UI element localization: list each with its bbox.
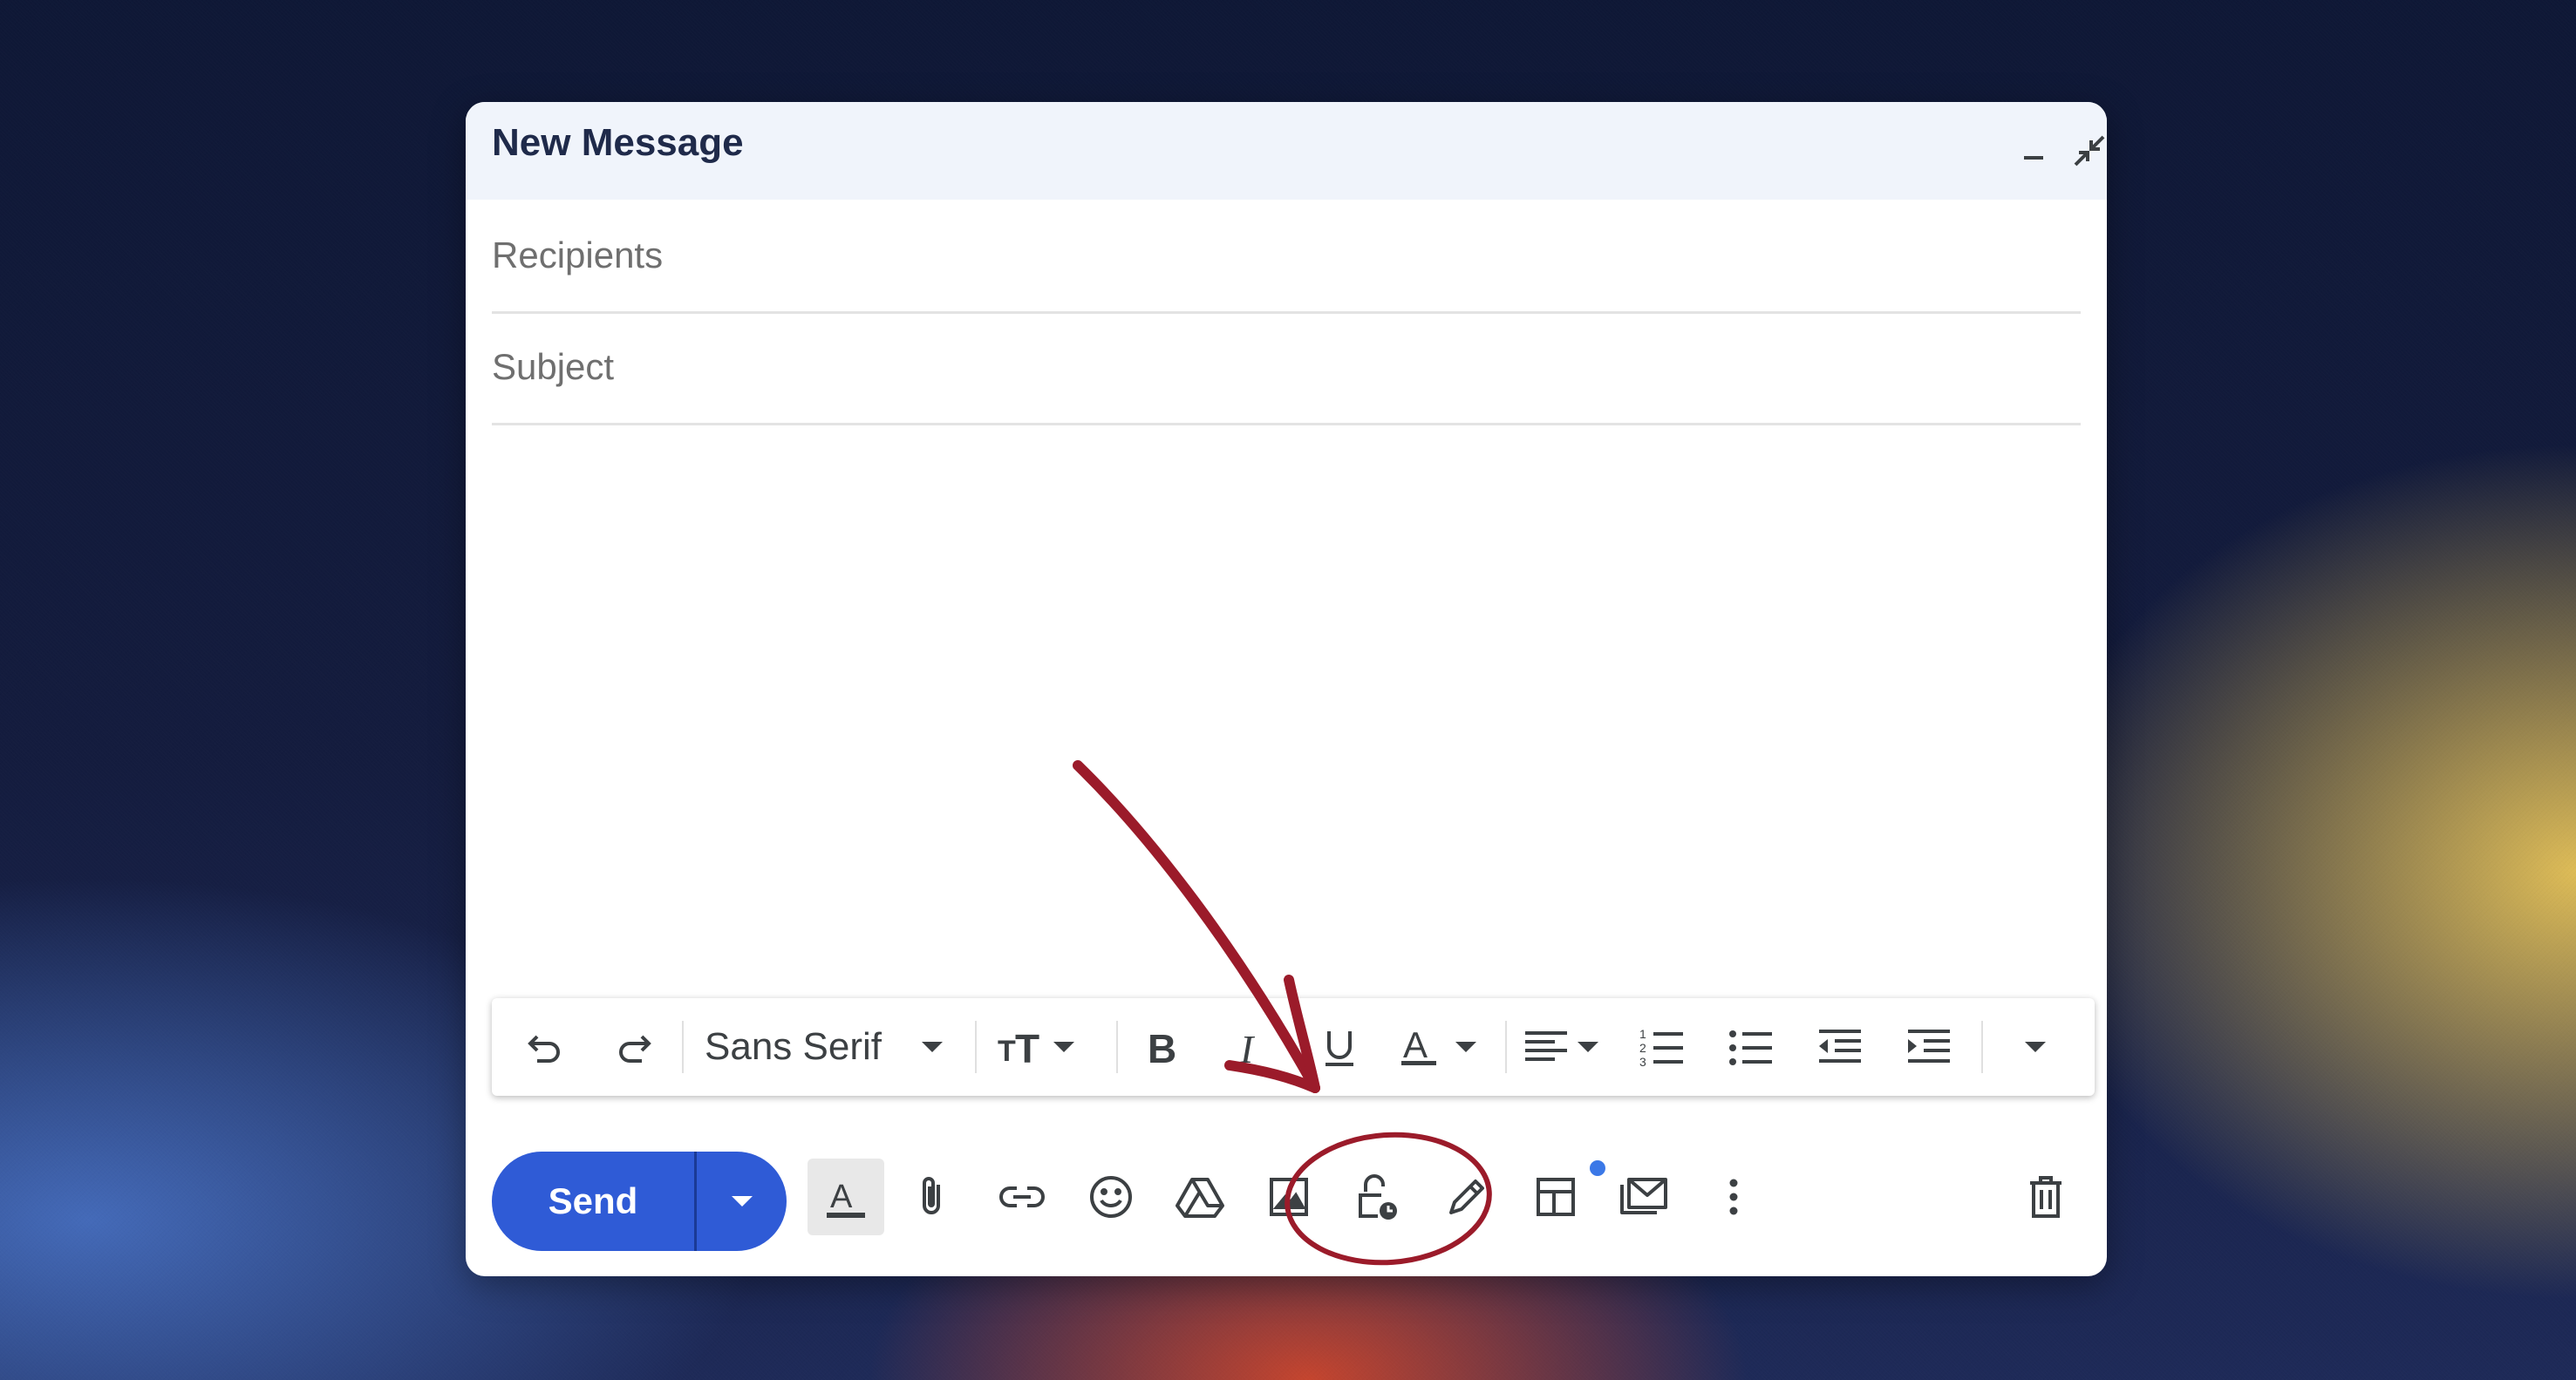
recipients-field[interactable] (492, 200, 2081, 314)
text-color-button[interactable]: A (1394, 998, 1489, 1096)
indent-less-button[interactable] (1805, 998, 1875, 1096)
exit-fullscreen-icon (2072, 133, 2107, 168)
undo-button[interactable] (509, 998, 579, 1096)
emoji-button[interactable] (1073, 1159, 1149, 1235)
redo-button[interactable] (600, 998, 670, 1096)
font-family-select[interactable]: Sans Serif (694, 998, 964, 1096)
send-button-group: Send (492, 1152, 787, 1251)
svg-text:3: 3 (1639, 1055, 1646, 1069)
text-color-icon: A (1400, 1024, 1483, 1070)
delete-icon (2021, 1173, 2070, 1221)
minimize-button[interactable] (2009, 126, 2058, 175)
text-size-icon: T T (998, 1026, 1078, 1068)
confidential-mode-button[interactable] (1338, 1159, 1414, 1235)
photo-icon (1264, 1173, 1313, 1221)
minimize-icon (2020, 137, 2048, 165)
numbered-list-icon: 1 2 3 (1638, 1024, 1687, 1070)
message-body[interactable] (492, 425, 2081, 1087)
indent-less-icon (1816, 1024, 1864, 1070)
insert-photo-button[interactable] (1251, 1159, 1327, 1235)
send-options-button[interactable] (697, 1152, 787, 1251)
more-formatting-button[interactable] (1992, 998, 2079, 1096)
bottom-toolbar: Send A (466, 1145, 2107, 1258)
toolbar-separator (1505, 1021, 1507, 1073)
indent-more-button[interactable] (1894, 998, 1964, 1096)
italic-icon: I (1230, 1026, 1271, 1068)
send-button[interactable]: Send (492, 1152, 694, 1251)
bold-icon: B (1141, 1026, 1182, 1068)
template-icon (1619, 1173, 1671, 1221)
emoji-icon (1087, 1173, 1135, 1221)
more-formatting-icon (2021, 1038, 2049, 1056)
recipients-input[interactable] (492, 200, 2081, 311)
toolbar-separator (1116, 1021, 1118, 1073)
toolbar-separator (975, 1021, 977, 1073)
svg-text:T: T (1015, 1026, 1039, 1068)
bold-button[interactable]: B (1127, 998, 1196, 1096)
more-options-button[interactable] (1695, 1159, 1772, 1235)
bulleted-list-button[interactable] (1716, 998, 1786, 1096)
fullscreen-button[interactable] (2065, 126, 2107, 175)
compose-header: New Message (466, 102, 2107, 200)
indent-more-icon (1905, 1024, 1953, 1070)
svg-text:B: B (1148, 1026, 1176, 1068)
subject-input[interactable] (492, 311, 2081, 423)
underline-button[interactable] (1305, 998, 1374, 1096)
undo-icon (523, 1026, 565, 1068)
attach-icon (909, 1173, 957, 1221)
link-icon (996, 1173, 1048, 1221)
align-icon (1522, 1024, 1605, 1070)
svg-text:A: A (830, 1179, 853, 1215)
toolbar-separator (682, 1021, 684, 1073)
svg-text:I: I (1239, 1027, 1256, 1068)
numbered-list-button[interactable]: 1 2 3 (1627, 998, 1697, 1096)
formatting-options-icon: A (821, 1173, 870, 1221)
layouts-icon (1531, 1173, 1580, 1221)
svg-text:T: T (998, 1035, 1016, 1068)
confidential-mode-icon (1350, 1171, 1402, 1223)
align-button[interactable] (1516, 998, 1612, 1096)
subject-field[interactable] (492, 311, 2081, 425)
drive-button[interactable] (1162, 1159, 1238, 1235)
bulleted-list-icon (1727, 1024, 1775, 1070)
signature-icon (1442, 1173, 1491, 1221)
insert-link-button[interactable] (984, 1159, 1060, 1235)
drive-icon (1174, 1173, 1226, 1221)
send-options-dropdown-icon (730, 1193, 754, 1209)
font-family-label: Sans Serif (705, 1025, 882, 1068)
italic-button[interactable]: I (1216, 998, 1285, 1096)
svg-text:A: A (1403, 1024, 1428, 1065)
svg-text:2: 2 (1639, 1041, 1646, 1055)
signature-button[interactable] (1428, 1159, 1505, 1235)
attach-button[interactable] (895, 1159, 971, 1235)
more-options-icon (1725, 1173, 1742, 1221)
font-dropdown-icon (920, 1038, 944, 1056)
compose-title: New Message (492, 121, 744, 164)
layouts-button[interactable] (1517, 1159, 1594, 1235)
toolbar-separator (1981, 1021, 1983, 1073)
compose-window: New Message Recipients Subject Sans Seri… (466, 102, 2107, 1276)
template-button[interactable] (1606, 1159, 1683, 1235)
svg-text:1: 1 (1639, 1027, 1646, 1041)
text-size-button[interactable]: T T (985, 998, 1090, 1096)
formatting-options-button[interactable]: A (808, 1159, 884, 1235)
discard-draft-button[interactable] (2007, 1159, 2084, 1235)
new-feature-dot (1590, 1160, 1605, 1176)
underline-icon (1319, 1026, 1360, 1068)
formatting-toolbar: Sans Serif T T B I A 1 2 3 (492, 998, 2095, 1096)
redo-icon (614, 1026, 656, 1068)
